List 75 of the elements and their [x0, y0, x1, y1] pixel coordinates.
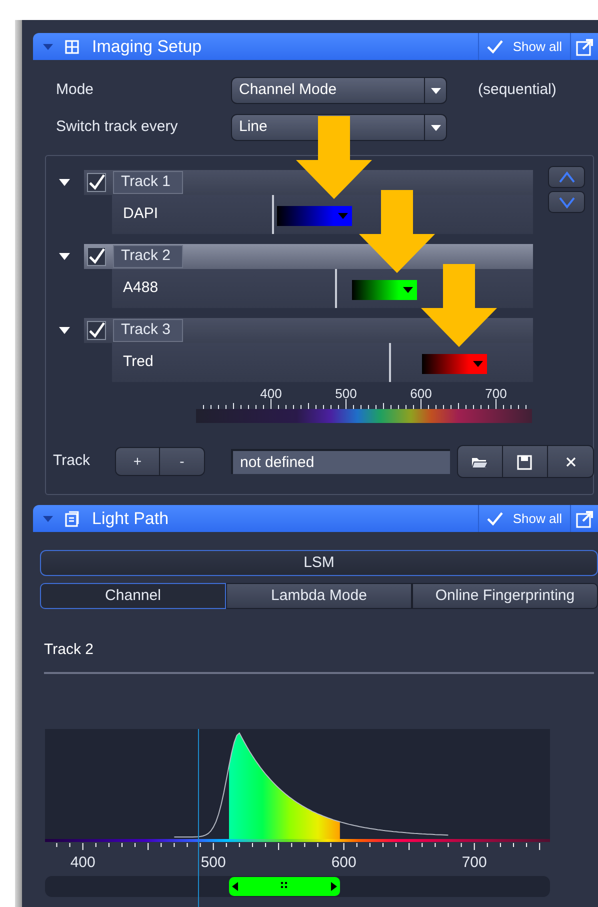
color-selector[interactable]	[352, 280, 417, 300]
delete-button[interactable]	[548, 446, 593, 477]
mode-dropdown[interactable]: Channel Mode	[231, 77, 447, 104]
axis-label: 700	[462, 852, 487, 872]
axis-label: 600	[331, 852, 356, 872]
panel-title: Light Path	[92, 508, 169, 530]
track-checkbox[interactable]	[87, 247, 106, 266]
right-arrow-icon	[330, 882, 337, 890]
chevron-up-icon	[558, 170, 576, 184]
track-checkbox[interactable]	[87, 173, 106, 192]
check-icon	[486, 40, 503, 54]
mode-note: (sequential)	[478, 80, 556, 100]
caret-icon	[338, 213, 348, 219]
laser-line	[389, 343, 392, 382]
save-button[interactable]	[503, 446, 548, 477]
scale-label: 400	[260, 385, 282, 403]
mode-tab[interactable]: Channel	[40, 583, 226, 609]
range-thumb[interactable]	[228, 876, 340, 896]
channel-name: Tred	[123, 352, 154, 372]
field-label: Switch track every	[56, 117, 179, 138]
panel-title: Imaging Setup	[92, 36, 202, 58]
move-up-button[interactable]	[548, 166, 585, 188]
show-all-toggle[interactable]: Show all	[478, 33, 570, 60]
check-icon	[88, 174, 105, 191]
field-label: Track	[53, 451, 91, 472]
channel-row[interactable]: A488	[112, 269, 533, 308]
caret-icon[interactable]	[59, 327, 70, 334]
grip-icon	[281, 882, 288, 890]
panel-icon	[65, 510, 79, 526]
channel-row[interactable]: DAPI	[112, 195, 533, 234]
caret-icon[interactable]	[59, 253, 70, 260]
range-slider[interactable]	[45, 876, 550, 896]
show-all-toggle[interactable]: Show all	[478, 505, 570, 532]
popout-icon	[576, 38, 594, 56]
track-name[interactable]: Track 1	[113, 171, 183, 194]
caret-icon[interactable]	[59, 179, 70, 186]
config-name-field[interactable]: not defined	[231, 449, 450, 474]
caret-icon	[403, 287, 413, 293]
scale-label: 500	[335, 385, 357, 403]
track-header[interactable]: Track 2	[84, 244, 533, 269]
field-label: Mode	[56, 80, 95, 100]
caret-icon	[430, 124, 440, 130]
track-checkbox[interactable]	[87, 321, 106, 340]
section-title: Track 2	[44, 640, 94, 660]
channel-name: A488	[123, 278, 158, 298]
check-icon	[88, 322, 105, 339]
scale-label: 600	[410, 385, 432, 403]
axis-label: 400	[70, 852, 96, 872]
popout-icon	[576, 510, 594, 528]
add-track-button[interactable]: +	[116, 448, 160, 475]
channel-name: DAPI	[123, 204, 158, 224]
axis-label: 500	[200, 852, 226, 872]
color-selector[interactable]	[422, 354, 487, 374]
mode-tab[interactable]: Online Fingerprinting	[412, 583, 598, 609]
color-selector[interactable]	[277, 206, 352, 226]
remove-track-button[interactable]: -	[160, 448, 204, 475]
track-header[interactable]: Track 3	[84, 318, 533, 343]
check-icon	[88, 248, 105, 265]
scale-label: 700	[485, 385, 507, 403]
track-name[interactable]: Track 3	[113, 319, 183, 342]
track-name[interactable]: Track 2	[113, 245, 183, 268]
grid-icon	[65, 40, 79, 54]
left-arrow-icon	[232, 882, 238, 890]
move-down-button[interactable]	[548, 191, 585, 213]
channel-row[interactable]: Tred	[112, 343, 533, 382]
check-icon	[486, 512, 503, 526]
open-button[interactable]	[458, 446, 503, 477]
device-label: LSM	[40, 550, 598, 576]
laser-line	[334, 269, 337, 308]
mode-tab[interactable]: Lambda Mode	[226, 583, 412, 609]
track-header[interactable]: Track 1	[84, 170, 533, 195]
caret-icon	[430, 88, 440, 94]
chevron-down-icon	[558, 194, 576, 210]
caret-icon	[473, 361, 483, 367]
laser-line	[272, 195, 274, 234]
